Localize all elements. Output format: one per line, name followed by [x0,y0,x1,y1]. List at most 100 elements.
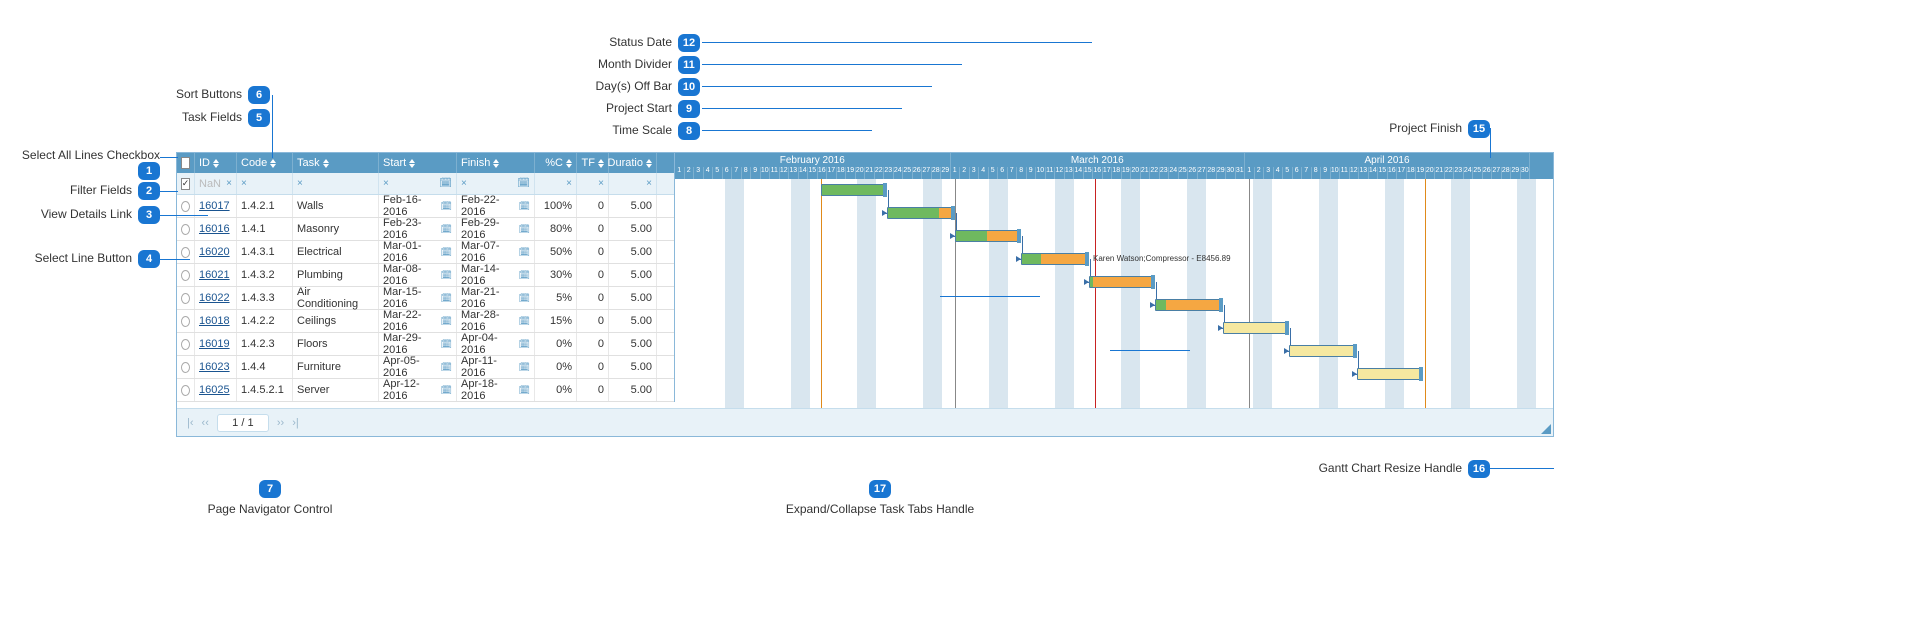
calendar-icon[interactable]: 🗓 [519,224,530,235]
calendar-icon[interactable]: 🗓 [441,339,452,350]
calendar-icon[interactable]: 🗓 [441,385,452,396]
view-details-link[interactable]: 16018 [199,315,230,327]
timescale-day: 2 [685,167,695,179]
cell-dur: 5.00 [609,241,657,263]
select-line-button[interactable] [177,310,195,332]
sort-icon[interactable] [566,159,572,168]
calendar-icon[interactable]: 🗓 [519,247,530,258]
gantt-body[interactable]: Karen Watson;Compressor - E8456.89 [675,179,1553,408]
view-details-link[interactable]: 16022 [199,292,230,304]
select-line-button[interactable] [177,218,195,240]
cell-task: Masonry [293,218,379,240]
view-details-link[interactable]: 16016 [199,223,230,235]
sort-icon[interactable] [409,159,415,168]
col-header-pc[interactable]: %C [535,153,577,173]
view-details-link[interactable]: 16021 [199,269,230,281]
view-details-link[interactable]: 16023 [199,361,230,373]
select-line-button[interactable] [177,264,195,286]
sort-icon[interactable] [323,159,329,168]
callout-6: Sort Buttons6 [130,86,270,104]
task-bar[interactable] [1223,322,1287,334]
gantt-row [675,202,1553,225]
filter-finish[interactable]: ×🗓 [457,173,535,194]
cell-dur: 5.00 [609,310,657,332]
footer-bar: |‹ ‹‹ 1 / 1 ›› ›| [177,408,1553,436]
calendar-icon[interactable]: 🗓 [519,385,530,396]
task-bar[interactable] [1357,368,1421,380]
gantt-resize-handle[interactable] [1541,424,1551,434]
col-header-duration[interactable]: Duratio [609,153,657,173]
calendar-icon[interactable]: 🗓 [519,316,530,327]
select-all-checkbox[interactable] [177,153,195,173]
calendar-icon[interactable]: 🗓 [519,339,530,350]
task-bar[interactable] [1021,253,1087,265]
filter-pc[interactable]: × [535,173,577,194]
timescale-day: 7 [1302,167,1312,179]
select-line-button[interactable] [177,241,195,263]
calendar-icon[interactable]: 🗓 [519,293,530,304]
calendar-icon[interactable]: 🗓 [441,362,452,373]
gantt-row [675,363,1553,386]
pager-page-input[interactable]: 1 / 1 [217,414,269,432]
pager-first-button[interactable]: |‹ [183,417,198,429]
view-details-link[interactable]: 16017 [199,200,230,212]
col-header-finish[interactable]: Finish [457,153,535,173]
cell-dur: 5.00 [609,287,657,309]
filter-code[interactable]: × [237,173,293,194]
task-bar[interactable] [821,184,885,196]
view-details-link[interactable]: 16019 [199,338,230,350]
filter-start[interactable]: ×🗓 [379,173,457,194]
pager-last-button[interactable]: ›| [288,417,303,429]
callout-10: Day(s) Off Bar10 [560,78,700,96]
sort-icon[interactable] [598,159,604,168]
col-header-task[interactable]: Task [293,153,379,173]
calendar-icon[interactable]: 🗓 [517,178,530,189]
pager-next-button[interactable]: ›› [273,417,288,429]
cell-code: 1.4.5.2.1 [237,379,293,401]
sort-icon[interactable] [270,159,276,168]
filter-row-checkbox[interactable] [177,173,195,194]
calendar-icon[interactable]: 🗓 [441,247,452,258]
view-details-link[interactable]: 16020 [199,246,230,258]
col-header-tf[interactable]: TF [577,153,609,173]
task-bar[interactable] [1289,345,1355,357]
view-details-link[interactable]: 16025 [199,384,230,396]
timescale-day: 1 [1245,167,1255,179]
calendar-icon[interactable]: 🗓 [519,362,530,373]
callout-7: 7 Page Navigator Control [180,480,360,516]
task-bar[interactable] [887,207,953,219]
calendar-icon[interactable]: 🗓 [441,293,452,304]
gantt-row [675,340,1553,363]
cell-pc: 30% [535,264,577,286]
calendar-icon[interactable]: 🗓 [441,201,452,212]
task-bar[interactable] [1089,276,1153,288]
sort-icon[interactable] [493,159,499,168]
select-line-button[interactable] [177,287,195,309]
sort-icon[interactable] [646,159,652,168]
select-line-button[interactable] [177,379,195,401]
filter-id[interactable]: NaN× [195,173,237,194]
task-bar[interactable] [955,230,1019,242]
filter-task[interactable]: × [293,173,379,194]
col-header-code[interactable]: Code [237,153,293,173]
pager-prev-button[interactable]: ‹‹ [198,417,213,429]
select-line-button[interactable] [177,195,195,217]
timescale-day: 27 [1198,167,1208,179]
select-line-button[interactable] [177,333,195,355]
filter-dur[interactable]: × [609,173,657,194]
calendar-icon[interactable]: 🗓 [519,201,530,212]
calendar-icon[interactable]: 🗓 [441,316,452,327]
sort-icon[interactable] [213,159,219,168]
col-header-start[interactable]: Start [379,153,457,173]
cell-code: 1.4.2.2 [237,310,293,332]
select-line-button[interactable] [177,356,195,378]
calendar-icon[interactable]: 🗓 [519,270,530,281]
callout-3: View Details Link3 [0,206,160,224]
calendar-icon[interactable]: 🗓 [441,224,452,235]
calendar-icon[interactable]: 🗓 [439,178,452,189]
filter-tf[interactable]: × [577,173,609,194]
task-bar[interactable] [1155,299,1221,311]
calendar-icon[interactable]: 🗓 [441,270,452,281]
cell-dur: 5.00 [609,218,657,240]
col-header-id[interactable]: ID [195,153,237,173]
